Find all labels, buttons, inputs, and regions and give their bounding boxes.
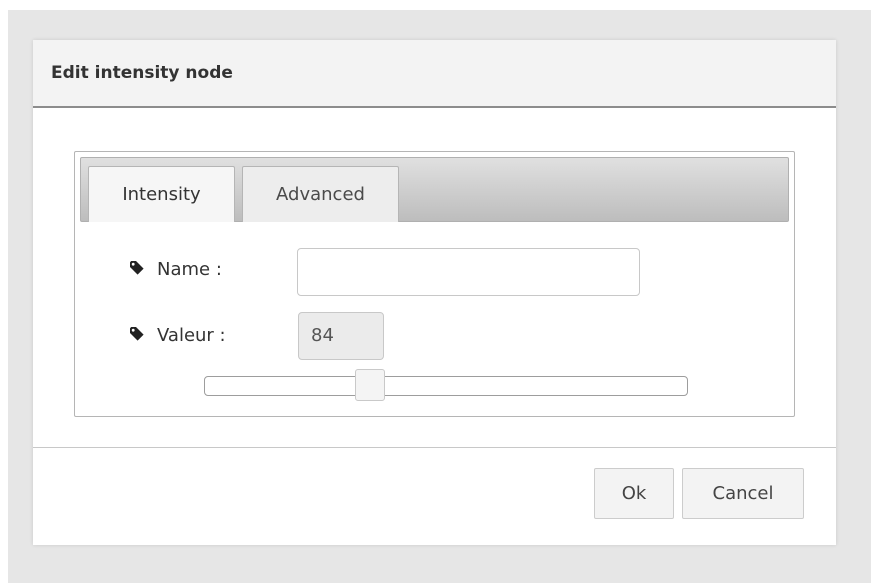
cancel-button[interactable]: Cancel (682, 468, 804, 519)
name-label: Name : (157, 259, 222, 280)
tag-icon (130, 261, 144, 275)
valeur-value: 84 (298, 312, 384, 360)
tab-intensity[interactable]: Intensity (88, 166, 235, 222)
tab-strip: Intensity Advanced (80, 157, 789, 222)
dialog-title: Edit intensity node (51, 63, 233, 83)
name-input[interactable] (297, 248, 640, 296)
slider-handle[interactable] (355, 369, 385, 401)
intensity-slider[interactable] (204, 369, 688, 401)
ok-button[interactable]: Ok (594, 468, 674, 519)
tag-icon (130, 327, 144, 341)
valeur-label: Valeur : (157, 325, 226, 346)
tab-advanced[interactable]: Advanced (242, 166, 399, 222)
dialog-header: Edit intensity node (33, 40, 836, 108)
footer-divider (33, 447, 836, 448)
edit-node-dialog: Edit intensity node Intensity Advanced N… (33, 40, 836, 545)
